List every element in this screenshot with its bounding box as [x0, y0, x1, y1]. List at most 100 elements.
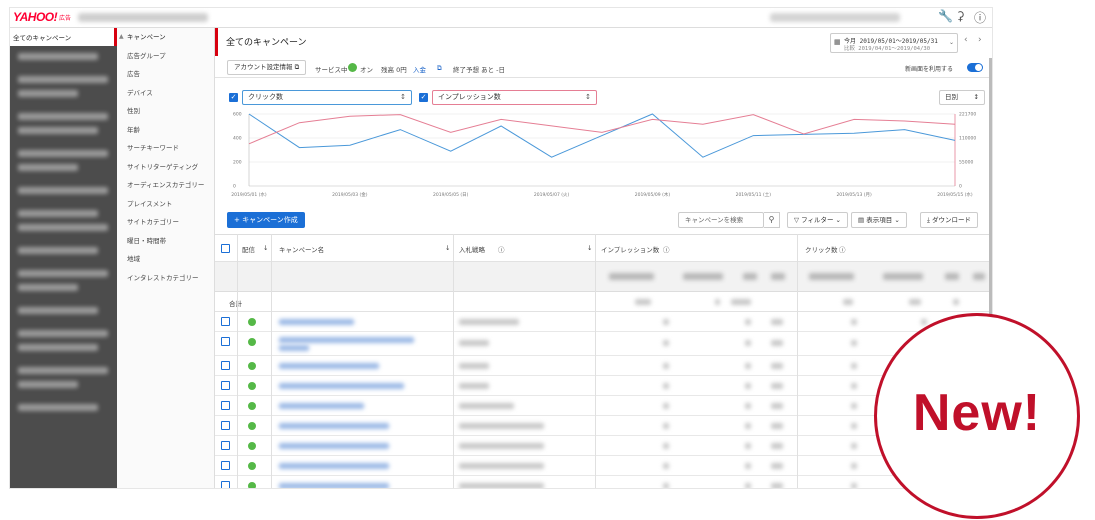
sidebar-item-redacted[interactable] [18, 307, 98, 314]
subnav-item-region[interactable]: 地域 [117, 250, 214, 269]
right-metric-checkbox[interactable]: ✓ [419, 93, 428, 102]
subnav-item-campaign[interactable]: キャンペーン [117, 28, 214, 47]
sidebar-item-redacted[interactable] [18, 90, 78, 97]
row-checkbox[interactable] [221, 401, 230, 410]
help-icon[interactable]: ⓘ [839, 244, 846, 254]
row-checkbox[interactable] [221, 381, 230, 390]
col-clicks[interactable]: クリック数 [805, 244, 838, 254]
table-row[interactable] [215, 356, 992, 376]
next-period-button[interactable]: › [978, 35, 982, 45]
row-checkbox[interactable] [221, 361, 230, 370]
help-icon[interactable]: ⓘ [663, 244, 670, 254]
subnav-item-adgroup[interactable]: 広告グループ [117, 47, 214, 66]
row-checkbox[interactable] [221, 441, 230, 450]
subnav-item-audience-category[interactable]: オーディエンスカテゴリー [117, 176, 214, 195]
help-icon[interactable]: ⓘ [974, 9, 986, 26]
sort-arrow-icon[interactable]: ↓ [587, 244, 592, 252]
scrollbar-thumb[interactable] [989, 58, 992, 318]
subnav-item-device[interactable]: デバイス [117, 84, 214, 103]
col-delivery[interactable]: 配信 [242, 244, 255, 254]
campaign-name-redacted[interactable] [279, 383, 404, 389]
prev-period-button[interactable]: ‹ [964, 35, 968, 45]
campaign-name-redacted[interactable] [279, 463, 389, 469]
search-icon[interactable]: ⚲ [764, 212, 780, 228]
table-row[interactable] [215, 456, 992, 476]
columns-button[interactable]: ▤ 表示項目 ⌄ [851, 212, 907, 228]
table-row[interactable] [215, 332, 992, 356]
subnav-item-interest-category[interactable]: インタレストカテゴリー [117, 269, 214, 288]
sidebar-item-redacted[interactable] [18, 247, 98, 254]
download-button[interactable]: ⤓ ダウンロード [920, 212, 978, 228]
subnav-item-gender[interactable]: 性別 [117, 102, 214, 121]
row-checkbox[interactable] [221, 481, 230, 488]
subheader-redacted[interactable] [809, 273, 854, 280]
sidebar-all-campaigns[interactable]: 全てのキャンペーン [10, 28, 117, 46]
subheader-redacted[interactable] [883, 273, 923, 280]
subnav-item-day-time[interactable]: 曜日・時間帯 [117, 232, 214, 251]
sidebar-item-redacted[interactable] [18, 344, 98, 351]
sidebar-item-redacted[interactable] [18, 270, 108, 277]
row-checkbox[interactable] [221, 461, 230, 470]
subnav-item-ad[interactable]: 広告 [117, 65, 214, 84]
user-name-redacted[interactable] [770, 13, 900, 22]
filter-button[interactable]: ▽ フィルター ⌄ [787, 212, 848, 228]
campaign-name-redacted[interactable] [279, 363, 379, 369]
sidebar-item-redacted[interactable] [18, 76, 108, 83]
subheader-redacted[interactable] [945, 273, 959, 280]
sidebar-item-redacted[interactable] [18, 164, 78, 171]
campaign-name-redacted[interactable] [279, 483, 389, 488]
campaign-name-redacted[interactable] [279, 345, 309, 351]
deposit-link[interactable]: 入金 [413, 64, 426, 74]
sidebar-item-redacted[interactable] [18, 381, 78, 388]
yahoo-logo[interactable]: YAHOO! [13, 10, 58, 24]
campaign-name-redacted[interactable] [279, 403, 364, 409]
sidebar-item-redacted[interactable] [18, 187, 108, 194]
create-campaign-button[interactable]: + キャンペーン作成 [227, 212, 305, 228]
row-checkbox[interactable] [221, 337, 230, 346]
chevron-up-icon[interactable]: ▲ [119, 33, 124, 40]
account-name-redacted[interactable] [78, 13, 208, 22]
subheader-redacted[interactable] [743, 273, 757, 280]
bell-icon[interactable]: ⚳ [956, 9, 965, 23]
subheader-redacted[interactable] [609, 273, 654, 280]
subnav-item-placement[interactable]: プレイスメント [117, 195, 214, 214]
sort-arrow-icon[interactable]: ↓ [445, 244, 450, 252]
sidebar-item-redacted[interactable] [18, 53, 98, 60]
subnav-item-site-retargeting[interactable]: サイトリターゲティング [117, 158, 214, 177]
date-range-picker[interactable]: ▦ 今月 2019/05/01〜2019/05/31 比較 2019/04/01… [830, 33, 958, 53]
right-metric-select[interactable]: インプレッション数 ↕ [432, 90, 597, 105]
campaign-name-redacted[interactable] [279, 443, 389, 449]
account-settings-button[interactable]: アカウント設定情報 ⧉ [227, 60, 307, 75]
subnav-item-age[interactable]: 年齢 [117, 121, 214, 140]
sidebar-item-redacted[interactable] [18, 150, 108, 157]
wrench-icon[interactable]: 🔧 [938, 9, 953, 23]
row-checkbox[interactable] [221, 421, 230, 430]
sidebar-item-redacted[interactable] [18, 404, 98, 411]
sidebar-item-redacted[interactable] [18, 127, 98, 134]
row-checkbox[interactable] [221, 317, 230, 326]
sidebar-item-redacted[interactable] [18, 330, 108, 337]
left-metric-select[interactable]: クリック数 ↕ [242, 90, 412, 105]
help-icon[interactable]: ⓘ [498, 244, 505, 254]
sidebar-item-redacted[interactable] [18, 284, 78, 291]
sort-arrow-icon[interactable]: ↓ [263, 244, 268, 252]
campaign-name-redacted[interactable] [279, 319, 354, 325]
sidebar-item-redacted[interactable] [18, 210, 98, 217]
col-bid-strategy[interactable]: 入札戦略 [459, 244, 485, 254]
subheader-redacted[interactable] [683, 273, 723, 280]
campaign-search-input[interactable] [678, 212, 764, 228]
sidebar-item-redacted[interactable] [18, 367, 108, 374]
select-all-checkbox[interactable] [221, 244, 230, 253]
new-screen-toggle[interactable] [967, 63, 983, 72]
granularity-select[interactable]: 日別 ↕ [939, 90, 985, 105]
sidebar-item-redacted[interactable] [18, 224, 108, 231]
table-row[interactable] [215, 312, 992, 332]
sidebar-item-redacted[interactable] [18, 113, 108, 120]
campaign-name-redacted[interactable] [279, 337, 414, 343]
col-campaign-name[interactable]: キャンペーン名 [279, 244, 324, 254]
subnav-item-site-category[interactable]: サイトカテゴリー [117, 213, 214, 232]
table-row[interactable] [215, 436, 992, 456]
subheader-redacted[interactable] [771, 273, 785, 280]
subheader-redacted[interactable] [973, 273, 985, 280]
table-row[interactable] [215, 476, 992, 488]
